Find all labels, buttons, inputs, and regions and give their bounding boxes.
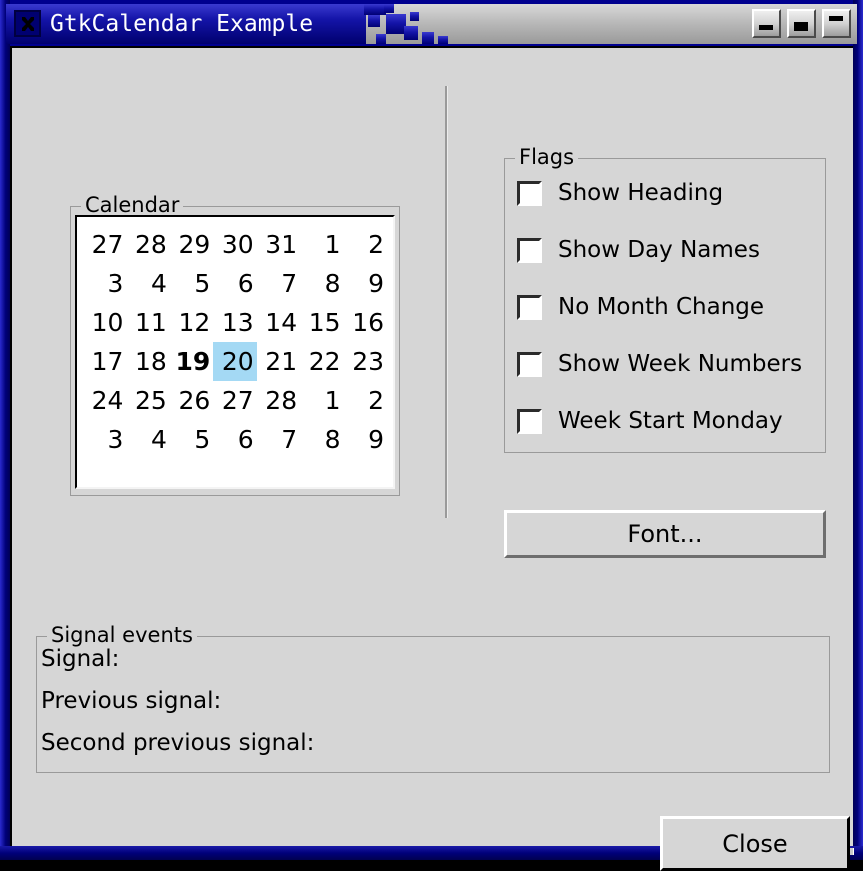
checkbox-label: Week Start Monday — [558, 408, 783, 434]
calendar-day-cell[interactable]: 31 — [257, 225, 300, 264]
calendar-day-cell[interactable]: 8 — [300, 264, 343, 303]
calendar-day-cell[interactable]: 7 — [257, 264, 300, 303]
calendar-frame: Calendar 27 28 29 30 31 1 2 3 4 5 6 7 8 9 10 11 12 13 14 15… — [70, 194, 400, 496]
checkbox-indicator[interactable] — [517, 237, 542, 263]
calendar-day-cell[interactable]: 14 — [257, 303, 300, 342]
calendar-day-cell[interactable]: 12 — [170, 303, 213, 342]
calendar-week-row: 27 28 29 30 31 1 2 — [83, 225, 387, 264]
close-button[interactable]: Close — [660, 816, 850, 871]
calendar-day-cell[interactable]: 30 — [213, 225, 256, 264]
checkbox-label: No Month Change — [558, 294, 765, 320]
calendar-day-cell[interactable]: 10 — [83, 303, 126, 342]
checkbox-label: Show Day Names — [558, 237, 760, 263]
checkbox-indicator[interactable] — [517, 294, 542, 320]
calendar-week-row: 3456789 — [83, 420, 387, 459]
calendar-week-row: 17 18 19 20 21 22 23 — [83, 342, 387, 381]
window-menu-icon[interactable] — [14, 10, 41, 37]
checkbox-week-start-monday[interactable]: Week Start Monday — [517, 401, 817, 441]
calendar-day-cell[interactable]: 5 — [170, 264, 213, 303]
calendar-day-cell[interactable]: 23 — [344, 342, 387, 381]
checkbox-show-heading[interactable]: Show Heading — [517, 173, 817, 213]
flags-frame: Flags Show Heading Show Day Names No Month… — [504, 146, 826, 453]
calendar-day-cell[interactable]: 9 — [344, 420, 387, 459]
calendar-day-cell[interactable]: 18 — [126, 342, 169, 381]
calendar-frame-label: Calendar — [81, 194, 184, 216]
client-area: Calendar 27 28 29 30 31 1 2 3 4 5 6 7 8 9 10 11 12 13 14 15… — [10, 46, 853, 871]
flags-frame-label: Flags — [515, 146, 579, 168]
calendar-day-cell[interactable]: 1 — [300, 225, 343, 264]
maximize-button[interactable] — [787, 9, 816, 38]
calendar-widget[interactable]: 27 28 29 30 31 1 2 3 4 5 6 7 8 9 10 11 12 13 14 15 16 17 18 19 2… — [75, 215, 395, 489]
window-controls — [752, 9, 851, 38]
calendar-day-cell[interactable]: 22 — [300, 342, 343, 381]
calendar-day-cell[interactable]: 27 — [213, 381, 256, 420]
font-button[interactable]: Font... — [504, 510, 826, 558]
calendar-day-cell[interactable]: 7 — [257, 420, 300, 459]
calendar-day-cell[interactable]: 5 — [170, 420, 213, 459]
calendar-day-cell[interactable]: 16 — [344, 303, 387, 342]
checkbox-indicator[interactable] — [517, 351, 542, 377]
calendar-day-cell[interactable]: 28 — [126, 225, 169, 264]
signal-events-rows: Signal: Previous signal: Second previous s… — [41, 641, 825, 767]
flags-checkbox-list: Show Heading Show Day Names No Month Chang… — [517, 173, 817, 441]
calendar-day-cell[interactable]: 27 — [83, 225, 126, 264]
minimize-button[interactable] — [752, 9, 781, 38]
application-window: GtkCalendar Example Calendar 27 28 29 30 31 1… — [0, 0, 863, 871]
calendar-day-cell[interactable]: 1 — [300, 381, 343, 420]
calendar-day-cell[interactable]: 13 — [213, 303, 256, 342]
calendar-grid: 27 28 29 30 31 1 2 3 4 5 6 7 8 9 10 11 12 13 14 15 16 17 18 19 2… — [83, 225, 387, 459]
calendar-day-cell[interactable]: 2 — [344, 381, 387, 420]
signal-event-row: Second previous signal: — [41, 730, 315, 756]
checkbox-indicator[interactable] — [517, 180, 542, 206]
calendar-day-cell[interactable]: 11 — [126, 303, 169, 342]
title-bar[interactable]: GtkCalendar Example — [6, 4, 857, 44]
window-border-right[interactable] — [853, 0, 863, 860]
signal-events-frame: Signal events Signal: Previous signal: Sec… — [36, 624, 830, 773]
calendar-week-row: 24 25 26 27 28 1 2 — [83, 381, 387, 420]
calendar-week-row: 3456789 — [83, 264, 387, 303]
checkbox-show-day-names[interactable]: Show Day Names — [517, 230, 817, 270]
calendar-day-cell[interactable]: 29 — [170, 225, 213, 264]
calendar-day-cell[interactable]: 25 — [126, 381, 169, 420]
checkbox-no-month-change[interactable]: No Month Change — [517, 287, 817, 327]
calendar-day-cell[interactable]: 19 — [170, 342, 213, 381]
calendar-day-cell[interactable]: 4 — [126, 420, 169, 459]
checkbox-label: Show Week Numbers — [558, 351, 803, 377]
checkbox-indicator[interactable] — [517, 408, 542, 434]
calendar-day-cell[interactable]: 17 — [83, 342, 126, 381]
vertical-separator — [445, 86, 448, 518]
calendar-day-cell[interactable]: 6 — [213, 264, 256, 303]
signal-event-row: Signal: — [41, 646, 120, 672]
calendar-day-cell[interactable]: 4 — [126, 264, 169, 303]
calendar-day-cell[interactable]: 9 — [344, 264, 387, 303]
window-close-button[interactable] — [822, 9, 851, 38]
calendar-day-cell[interactable]: 2 — [344, 225, 387, 264]
calendar-day-cell[interactable]: 21 — [257, 342, 300, 381]
calendar-day-cell[interactable]: 26 — [170, 381, 213, 420]
calendar-day-cell[interactable]: 8 — [300, 420, 343, 459]
checkbox-show-week-numbers[interactable]: Show Week Numbers — [517, 344, 817, 384]
calendar-day-cell[interactable]: 20 — [213, 342, 257, 381]
calendar-day-cell[interactable]: 28 — [257, 381, 300, 420]
calendar-day-cell[interactable]: 6 — [213, 420, 256, 459]
window-title: GtkCalendar Example — [50, 11, 314, 37]
calendar-day-cell[interactable]: 24 — [83, 381, 126, 420]
calendar-week-row: 10 11 12 13 14 15 16 — [83, 303, 387, 342]
calendar-day-cell[interactable]: 3 — [83, 264, 126, 303]
calendar-day-cell[interactable]: 15 — [300, 303, 343, 342]
calendar-day-cell[interactable]: 3 — [83, 420, 126, 459]
window-border-left[interactable] — [0, 0, 10, 860]
signal-event-row: Previous signal: — [41, 688, 222, 714]
checkbox-label: Show Heading — [558, 180, 724, 206]
